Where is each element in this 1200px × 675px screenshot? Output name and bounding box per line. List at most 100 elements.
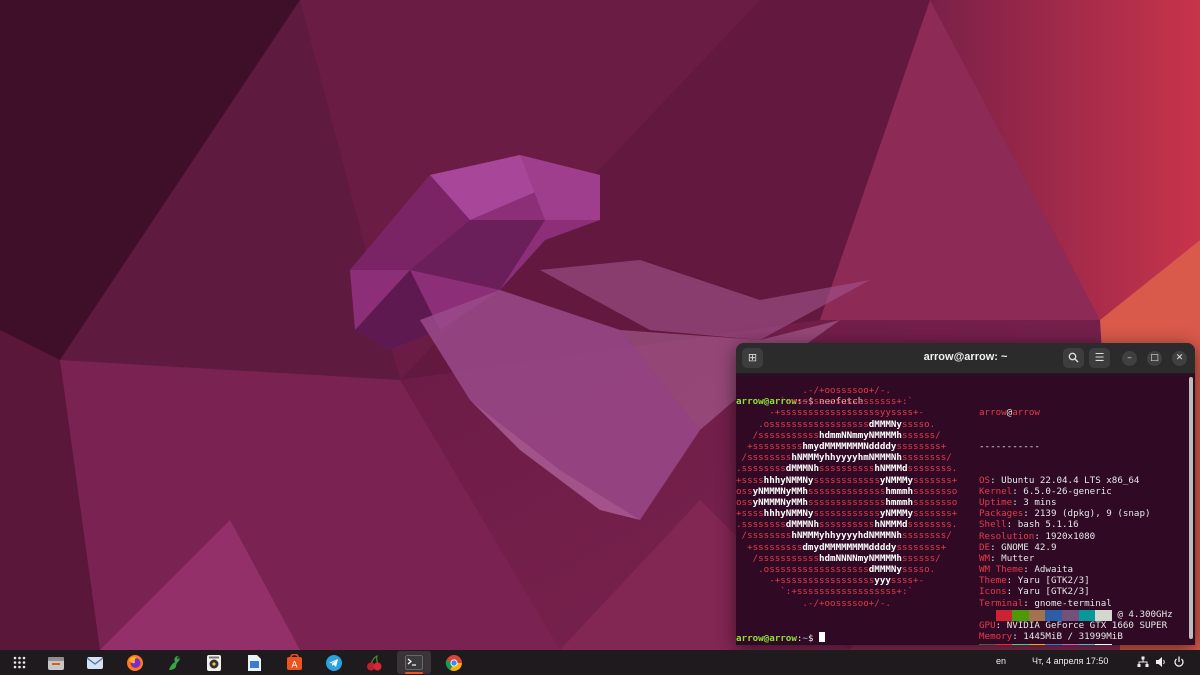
palette-swatch (1061, 610, 1079, 622)
chrome-icon (445, 654, 462, 671)
color-palette (979, 588, 1112, 645)
info-value: bash 5.1.16 (1017, 519, 1079, 531)
lizard-icon (169, 655, 180, 670)
document-icon (247, 654, 261, 671)
logo-line: +sssshhhyNMMNyssssssssssssyNMMMysssssss+ (736, 474, 958, 486)
logo-line: ossyNMMMNyMMhsssssssssssssshmmmhssssssso (736, 496, 958, 508)
maximize-button[interactable]: □ (1147, 351, 1162, 366)
logo-line: /sssssssshNMMMyhhyyyyhmNMMMNhssssssss/ (736, 452, 952, 464)
prompt-user: arrow@arrow (736, 633, 797, 644)
terminal-scrollbar[interactable] (1189, 377, 1193, 639)
logo-line: .ossssssssssssssssssdMMMNysssso. (736, 418, 936, 430)
logo-line: .ossssssssssssssssssdMMMNysssso. (736, 564, 936, 575)
palette-swatch (1012, 643, 1029, 645)
text-cursor (819, 632, 826, 642)
svg-text:A: A (291, 661, 298, 671)
logo-line: .ssssssssdMMMNhsssssssssshNMMMdssssssss. (736, 463, 958, 475)
minimize-button[interactable]: – (1122, 351, 1137, 366)
logo-line: -+sssssssssssssssssyyyssss+- (736, 575, 925, 587)
terminal-headerbar[interactable]: ⊞ arrow@arrow: ~ ☰ – □ ✕ (736, 343, 1195, 374)
chrome-app[interactable] (437, 651, 471, 674)
close-icon: ✕ (1175, 353, 1184, 363)
logo-line: /ssssssssssshdmmNNmmyNMMMMhssssss/ (736, 429, 941, 441)
logo-line: /sssssssshNMMMyhhyyyyhdNMMMNhssssssss/ (736, 530, 952, 542)
info-value: Yaru [GTK2/3] (1017, 575, 1090, 587)
info-row: Uptime: 3 mins (979, 496, 1057, 508)
firefox-icon (127, 654, 143, 671)
mail-app[interactable] (78, 651, 112, 674)
telegram-icon (326, 654, 342, 671)
info-separator: ----------- (979, 441, 1040, 452)
active-prompt-line[interactable]: arrow@arrow:~$ (736, 632, 826, 644)
rhythmbox-icon (207, 654, 221, 671)
terminal-icon (405, 655, 423, 670)
info-key: Kernel (979, 485, 1013, 497)
terminal-app[interactable] (397, 651, 431, 674)
network-icon[interactable] (1137, 656, 1149, 668)
palette-swatch (1095, 643, 1112, 645)
info-value: 1920x1080 (1045, 530, 1096, 542)
info-key: Shell (979, 519, 1007, 531)
logo-line: ossyNMMMNyMMhsssssssssssssshmmmhssssssso (736, 485, 958, 497)
search-icon (1068, 352, 1079, 363)
info-key: Packages (979, 508, 1024, 520)
logo-line: +sssshhhyNMMNyssssssssssssyNMMMysssssss+ (736, 508, 958, 520)
palette-swatch (995, 610, 1013, 622)
document-app[interactable] (237, 651, 271, 674)
cherry-app[interactable] (357, 651, 391, 674)
logo-line: /ssssssssssshdmNNNNmyNMMMMhssssss/ (736, 552, 941, 564)
info-value: Mutter (1001, 552, 1035, 564)
logo-line: +ssssssssshmydMMMMMMMNddddyssssssss+ (736, 440, 947, 452)
palette-swatch (1028, 610, 1046, 622)
mail-icon (86, 656, 104, 669)
palette-swatch (979, 610, 996, 622)
firefox-app[interactable] (118, 651, 152, 674)
info-row: WM: Mutter (979, 552, 1035, 564)
hamburger-icon: ☰ (1094, 351, 1105, 364)
logo-line: `:+ssssssssssssssssss+:` (736, 396, 914, 408)
clock[interactable]: Чт, 4 апреля 17:50 (1032, 656, 1108, 666)
info-host: arrow (1012, 407, 1040, 419)
terminal-window[interactable]: ⊞ arrow@arrow: ~ ☰ – □ ✕ arrow@arrow:~$ … (736, 343, 1195, 645)
lizard-app[interactable] (157, 651, 191, 674)
info-row: Theme: Yaru [GTK2/3] (979, 575, 1090, 587)
app-store-app[interactable]: A (277, 651, 311, 674)
taskbar: A en Чт, 4 апреля 17:50 (0, 650, 1200, 675)
info-key: WM (979, 552, 991, 564)
volume-icon[interactable] (1155, 656, 1167, 668)
show-apps-button[interactable] (2, 651, 36, 674)
rhythmbox-app[interactable] (197, 651, 231, 674)
terminal-output[interactable]: arrow@arrow:~$ neofetch .-/+oossssoo+/-.… (736, 374, 1185, 645)
close-button[interactable]: ✕ (1172, 351, 1187, 366)
palette-swatch (1045, 610, 1062, 622)
palette-swatch (1095, 610, 1112, 622)
info-key: Theme (979, 575, 1007, 587)
menu-button[interactable]: ☰ (1089, 348, 1110, 368)
logo-line: .-/+oossssoo+/-. (736, 597, 891, 609)
info-row: Packages: 2139 (dpkg), 9 (snap) (979, 508, 1151, 520)
app-store-icon: A (286, 654, 302, 671)
maximize-icon: □ (1150, 353, 1159, 363)
logo-line: +sssssssssdmydMMMMMMMMddddyssssssss+ (736, 541, 947, 553)
logo-line: .-/+oossssoo+/-. (736, 385, 891, 396)
telegram-app[interactable] (317, 651, 351, 674)
palette-swatch (979, 643, 996, 645)
info-value: Ubuntu 22.04.4 LTS x86_64 (1001, 474, 1140, 486)
palette-swatch (1078, 643, 1096, 645)
palette-swatch (1078, 610, 1096, 622)
info-value: GNOME 42.9 (1001, 541, 1057, 553)
cherry-icon (367, 654, 382, 670)
palette-swatch (1012, 610, 1029, 622)
info-key: Uptime (979, 496, 1013, 508)
power-icon[interactable] (1173, 656, 1185, 668)
files-app[interactable] (39, 651, 73, 674)
folder-icon (48, 656, 64, 670)
info-key: OS (979, 474, 991, 486)
palette-swatch (1045, 643, 1062, 645)
info-row: OS: Ubuntu 22.04.4 LTS x86_64 (979, 474, 1140, 486)
keyboard-layout[interactable]: en (996, 656, 1006, 666)
search-button[interactable] (1063, 348, 1084, 368)
palette-swatch (1028, 643, 1046, 645)
info-value: Adwaita (1034, 564, 1074, 576)
prompt-symbol: $ (807, 633, 814, 644)
